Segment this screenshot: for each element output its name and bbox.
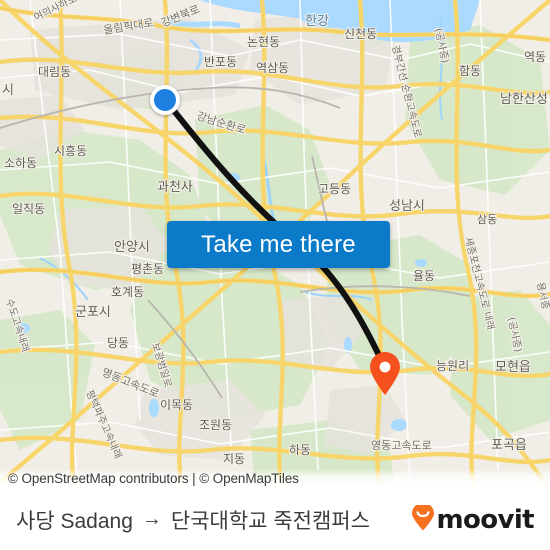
map-label: 능원리 xyxy=(436,359,469,373)
map-label: 조원동 xyxy=(199,418,232,432)
map-label: 율동 xyxy=(413,269,435,283)
map-label: 평촌동 xyxy=(131,262,164,276)
take-me-there-button[interactable]: Take me there xyxy=(167,221,390,268)
map-label: 하동 xyxy=(289,443,311,457)
destination-label: 단국대학교 죽전캠퍼스 xyxy=(170,510,370,533)
map-label: 삼동 xyxy=(477,213,497,226)
map-label: 모현읍 xyxy=(495,360,531,375)
map-label: 포곡읍 xyxy=(491,438,527,453)
map-label: 안양시 xyxy=(114,240,150,255)
map-label: 이목동 xyxy=(160,398,193,412)
arrow-right-icon: → xyxy=(141,508,162,530)
route-summary: 사당 Sadang → 단국대학교 죽전캠퍼스 xyxy=(16,505,370,535)
origin-dot[interactable] xyxy=(150,85,180,115)
map-label: 호계동 xyxy=(111,285,144,299)
map-label: 논현동 xyxy=(247,35,280,49)
map-label: 지동 xyxy=(223,452,245,466)
map-label: 시 xyxy=(2,83,14,98)
map-label: 한강 xyxy=(305,14,329,29)
destination-pin[interactable] xyxy=(369,352,401,396)
moovit-route-card: 여의사하도로 올림픽대로 강변북로 한강 신천동 (공사중) 반포동 논현동 역삼동 역동 함동 경부… xyxy=(0,0,550,550)
map-label: 성남시 xyxy=(389,199,425,214)
map-label: 역삼동 xyxy=(256,61,289,75)
map-label: 소하동 xyxy=(4,156,37,170)
map-attribution[interactable]: © OpenStreetMap contributors | © OpenMap… xyxy=(0,469,550,490)
map-label: 대림동 xyxy=(38,65,71,79)
map-label: 반포동 xyxy=(204,55,237,69)
origin-label: 사당 Sadang xyxy=(16,510,133,533)
map-label: 군포시 xyxy=(75,305,111,320)
moovit-logo[interactable]: moovit xyxy=(411,502,535,536)
map-label: 시흥동 xyxy=(54,144,87,158)
map-label: 일직동 xyxy=(12,202,45,216)
footer-bar: 사당 Sadang → 단국대학교 죽전캠퍼스 moovit xyxy=(0,490,550,550)
moovit-wordmark: moovit xyxy=(436,505,534,535)
map-label: 역동 xyxy=(524,50,546,64)
map-label: 고등동 xyxy=(318,182,351,196)
map-label: 영동고속도로 xyxy=(371,439,432,452)
moovit-pin-icon xyxy=(411,502,435,536)
map-label: 당동 xyxy=(107,336,129,350)
map-label: 신천동 xyxy=(344,26,377,41)
map-label: 남한산성 xyxy=(500,92,548,107)
map-label: 과천사 xyxy=(157,180,193,195)
map-label: 함동 xyxy=(459,64,481,78)
